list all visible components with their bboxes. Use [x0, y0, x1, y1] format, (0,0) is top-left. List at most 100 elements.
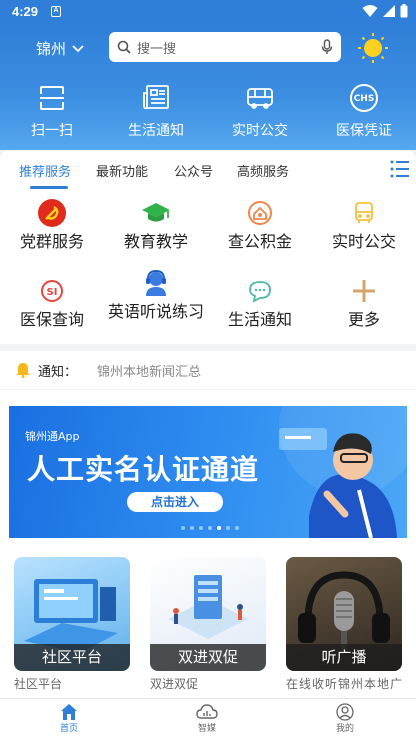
card-caption: 听广播	[286, 644, 402, 671]
status-time: 4:29	[12, 4, 39, 19]
headset-person-icon	[141, 268, 171, 298]
active-tab-indicator	[30, 186, 68, 189]
notice-bar[interactable]: 通知： 锦州本地新闻汇总	[0, 351, 416, 389]
feature-cards: 社区平台 双进双促 听广播 社区平台 双进双促 在线收听锦州本地广播	[0, 548, 416, 698]
pagination-dot[interactable]	[235, 526, 239, 530]
chs-medical-insurance-icon: CHS	[348, 82, 380, 114]
quick-action-label: 实时公交	[232, 123, 288, 139]
nav-label: 我的	[335, 724, 354, 734]
notice-content[interactable]: 锦州本地新闻汇总	[97, 361, 201, 380]
service-more[interactable]: 更多	[312, 276, 416, 330]
service-housing-fund[interactable]: 查公积金	[208, 198, 312, 252]
pagination-dot-active[interactable]	[217, 526, 221, 530]
housing-fund-icon	[245, 198, 275, 228]
tab-recommended[interactable]: 推荐服务	[19, 161, 71, 180]
city-name: 锦州	[36, 40, 67, 58]
banner-pagination	[181, 526, 239, 530]
weather-sun-icon[interactable]	[357, 32, 389, 64]
plus-icon	[349, 276, 379, 306]
system-icons	[362, 4, 408, 18]
quick-action-scan[interactable]: 扫一扫	[0, 82, 104, 142]
card-caption: 双进双促	[150, 644, 266, 671]
microphone-icon[interactable]	[321, 39, 333, 55]
pagination-dot[interactable]	[190, 526, 194, 530]
card-radio[interactable]: 听广播	[286, 557, 402, 671]
card-community-platform[interactable]: 社区平台	[14, 557, 130, 671]
header: 锦州 搜一搜 扫一扫 生活通知 实时公交 CHS 医保凭证	[0, 24, 416, 150]
service-label: 教育教学	[123, 232, 188, 251]
quick-action-life-notice[interactable]: 生活通知	[104, 82, 208, 142]
nav-home[interactable]: 首页	[0, 699, 138, 739]
person-icon	[336, 703, 354, 721]
scan-icon	[36, 82, 68, 114]
nav-label: 智媒	[197, 724, 216, 734]
pagination-dot[interactable]	[181, 526, 185, 530]
quick-action-label: 医保凭证	[336, 123, 392, 139]
newspaper-icon	[140, 82, 172, 114]
pagination-dot[interactable]	[226, 526, 230, 530]
chat-bubble-icon	[245, 276, 275, 306]
service-label: 医保查询	[19, 310, 84, 329]
search-icon	[117, 40, 131, 54]
card-subtitle: 双进双促	[150, 677, 199, 691]
service-realtime-bus[interactable]: 实时公交	[312, 198, 416, 252]
banner-app-name: 锦州通App	[25, 430, 80, 443]
bus-icon	[244, 82, 276, 114]
signal-icon	[383, 5, 395, 17]
quick-action-label: 扫一扫	[31, 123, 73, 139]
bus-outline-icon	[349, 198, 379, 228]
service-education[interactable]: 教育教学	[104, 198, 208, 252]
service-medical-query[interactable]: SI 医保查询	[0, 276, 104, 330]
wifi-icon	[362, 5, 378, 17]
tab-latest-features[interactable]: 最新功能	[96, 161, 148, 180]
quick-action-medical-voucher[interactable]: CHS 医保凭证	[312, 82, 416, 142]
card-caption: 社区平台	[14, 644, 130, 671]
service-tabs: 推荐服务 最新功能 公众号 高频服务	[0, 150, 416, 192]
nav-smart-media[interactable]: 智媒	[138, 699, 276, 739]
banner-title: 人工实名认证通道	[27, 453, 260, 486]
search-input[interactable]: 搜一搜	[137, 38, 321, 57]
service-label: 生活通知	[227, 310, 292, 329]
card-subtitle: 在线收听锦州本地广播	[286, 677, 404, 691]
service-label: 党群服务	[19, 232, 84, 251]
service-label: 英语听说练习	[107, 302, 204, 321]
si-insurance-icon: SI	[37, 276, 67, 306]
service-english-practice[interactable]: 英语听说练习	[104, 268, 208, 322]
banner-area: 锦州通App 人工实名认证通道 点击进入	[0, 390, 416, 548]
nav-profile[interactable]: 我的	[276, 699, 414, 739]
quick-action-bus[interactable]: 实时公交	[208, 82, 312, 142]
service-label: 查公积金	[227, 232, 292, 251]
card-subtitle: 社区平台	[14, 677, 63, 691]
svg-text:CHS: CHS	[354, 94, 375, 104]
battery-icon	[400, 4, 408, 18]
city-selector[interactable]: 锦州	[36, 38, 84, 59]
services-grid: 党群服务 教育教学 查公积金 实时公交 SI 医保查询 英语听说练习 生活通知	[0, 192, 416, 344]
service-label: 实时公交	[331, 232, 396, 251]
promo-banner[interactable]: 锦州通App 人工实名认证通道 点击进入	[9, 406, 407, 538]
quick-actions: 扫一扫 生活通知 实时公交 CHS 医保凭证	[0, 82, 416, 142]
bell-icon	[16, 363, 30, 378]
tab-official-accounts[interactable]: 公众号	[174, 161, 213, 180]
service-life-notice[interactable]: 生活通知	[208, 276, 312, 330]
notice-label: 通知：	[38, 364, 78, 380]
search-bar[interactable]: 搜一搜	[109, 32, 341, 62]
service-party[interactable]: 党群服务	[0, 198, 104, 252]
tab-menu-icon[interactable]	[390, 158, 410, 180]
pagination-dot[interactable]	[208, 526, 212, 530]
nav-label: 首页	[59, 724, 78, 734]
tab-frequent[interactable]: 高频服务	[237, 161, 289, 180]
graduation-cap-icon	[141, 198, 171, 228]
notification-a-icon: A	[51, 6, 61, 17]
card-dual-promotion[interactable]: 双进双促	[150, 557, 266, 671]
home-icon	[61, 704, 77, 720]
chevron-down-icon	[72, 44, 84, 52]
party-emblem-icon	[37, 198, 67, 228]
service-label: 更多	[347, 310, 380, 329]
quick-action-label: 生活通知	[128, 123, 184, 139]
status-bar: 4:29 A	[0, 0, 416, 24]
svg-text:SI: SI	[47, 287, 58, 298]
cloud-chart-icon	[196, 704, 218, 719]
banner-enter-button[interactable]: 点击进入	[127, 492, 223, 512]
pagination-dot[interactable]	[199, 526, 203, 530]
bottom-navigation: 首页 智媒 我的	[0, 698, 416, 739]
